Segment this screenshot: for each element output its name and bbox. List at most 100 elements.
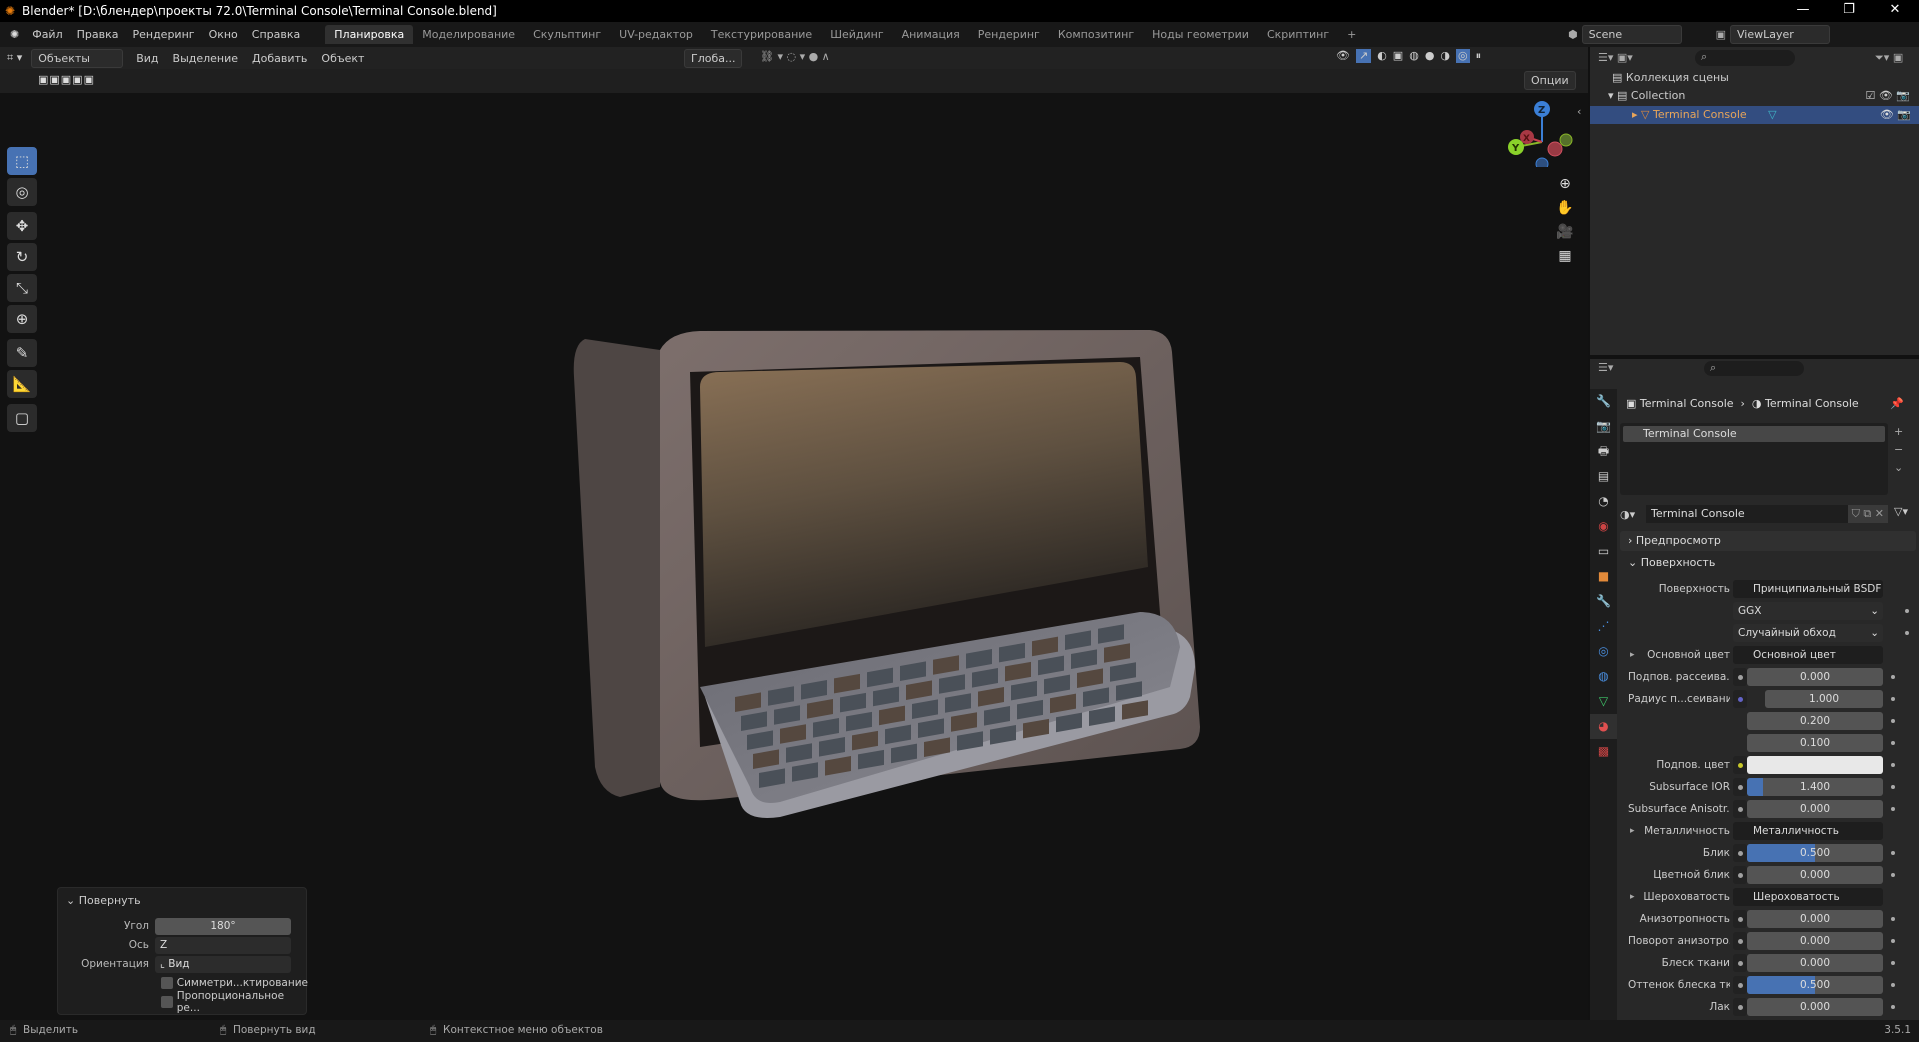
viewport-menu-1[interactable]: Выделение xyxy=(166,50,246,67)
proportional-checkbox[interactable] xyxy=(161,996,173,1008)
linked-node-field[interactable]: Металличность xyxy=(1733,822,1883,840)
number-field[interactable]: 0.000 xyxy=(1747,800,1883,818)
keyframe-dot-icon[interactable] xyxy=(1891,917,1895,921)
texture-tab[interactable]: ▩ xyxy=(1590,739,1617,764)
material-shading-icon[interactable]: ◑ xyxy=(1440,49,1450,63)
options-dropdown[interactable]: Опции xyxy=(1524,71,1576,90)
3d-viewport[interactable]: ⬚ ◎ ✥ ↻ ⤡ ⊕ ✎ 📐 ▢ Z X Y ⊕ ✋ 🎥 ▦ ‹ xyxy=(0,47,1588,1020)
maximize-button[interactable]: ❐ xyxy=(1826,0,1872,22)
tool-tab[interactable]: 🔧 xyxy=(1590,389,1617,414)
physics-tab[interactable]: ◎ xyxy=(1590,639,1617,664)
keyframe-dot-icon[interactable] xyxy=(1891,697,1895,701)
particles-tab[interactable]: ⋰ xyxy=(1590,614,1617,639)
scene-collection-row[interactable]: ▤ Коллекция сцены xyxy=(1612,71,1729,84)
rotate-tool[interactable]: ↻ xyxy=(7,243,37,271)
tab-workspace-2[interactable]: Скульптинг xyxy=(524,25,610,44)
number-field[interactable]: 0.000 xyxy=(1747,910,1883,928)
constraints-tab[interactable]: ◍ xyxy=(1590,664,1617,689)
collection-tab[interactable]: ▭ xyxy=(1590,539,1617,564)
keyframe-dot-icon[interactable] xyxy=(1891,807,1895,811)
wireframe-shading-icon[interactable]: ◍ xyxy=(1409,49,1419,63)
view-layer-selector[interactable]: ViewLayer xyxy=(1730,25,1831,44)
material-name-field[interactable]: Terminal Console xyxy=(1646,505,1848,523)
operator-panel-header[interactable]: ⌄ Повернуть xyxy=(66,894,141,907)
terminal-console-model[interactable] xyxy=(0,47,1588,1020)
socket-icon[interactable] xyxy=(1733,976,1747,994)
transform-tool[interactable]: ⊕ xyxy=(7,305,37,333)
socket-icon[interactable] xyxy=(1733,866,1747,884)
cursor-tool[interactable]: ◎ xyxy=(7,178,37,206)
scene-selector[interactable]: Scene xyxy=(1581,25,1682,44)
selection-mode-icons[interactable]: ▣▣▣▣▣ xyxy=(38,73,95,86)
move-tool[interactable]: ✥ xyxy=(7,212,37,240)
scene-icon[interactable]: ⬢ xyxy=(1568,28,1578,41)
link-data-icon[interactable]: ▽▾ xyxy=(1894,505,1908,518)
tab-workspace-6[interactable]: Анимация xyxy=(893,25,969,44)
menu-1[interactable]: Правка xyxy=(70,28,126,41)
menu-2[interactable]: Рендеринг xyxy=(125,28,201,41)
socket-icon[interactable] xyxy=(1733,712,1747,730)
linked-node-field[interactable]: Принципиальный BSDF xyxy=(1733,580,1883,598)
symmetry-checkbox[interactable] xyxy=(161,977,173,989)
socket-icon[interactable] xyxy=(1733,844,1747,862)
socket-icon[interactable] xyxy=(1733,932,1747,950)
view-layer-icon[interactable]: ▣ xyxy=(1716,28,1726,41)
keyframe-dot-icon[interactable] xyxy=(1891,939,1895,943)
number-field[interactable]: 0.000 xyxy=(1747,998,1883,1016)
tab-workspace-11[interactable]: + xyxy=(1338,25,1365,44)
view-layer-tab[interactable]: ▤ xyxy=(1590,464,1617,489)
overlay-icon[interactable]: ◐ xyxy=(1377,49,1387,63)
socket-icon[interactable] xyxy=(1733,756,1747,774)
socket-icon[interactable] xyxy=(1733,910,1747,928)
keyframe-dot-icon[interactable] xyxy=(1891,961,1895,965)
keyframe-dot-icon[interactable] xyxy=(1891,851,1895,855)
socket-icon[interactable] xyxy=(1733,734,1747,752)
zoom-icon[interactable]: ⊕ xyxy=(1553,172,1577,196)
number-field[interactable]: 0.000 xyxy=(1747,668,1883,686)
scale-tool[interactable]: ⤡ xyxy=(7,274,37,302)
filter-icon[interactable]: ⏷▾ ▣ xyxy=(1875,51,1903,65)
number-field[interactable]: 1.400 xyxy=(1747,778,1883,796)
slot-buttons[interactable]: + − ⌄ xyxy=(1894,423,1903,477)
number-field[interactable]: 0.500 xyxy=(1747,976,1883,994)
visibility-icon[interactable]: 👁 xyxy=(1336,49,1350,63)
output-tab[interactable]: 🖶 xyxy=(1590,439,1617,464)
enum-dropdown[interactable]: Случайный обход ⌄ xyxy=(1733,624,1883,642)
angle-field[interactable]: 180° xyxy=(155,917,291,935)
keyframe-dot-icon[interactable] xyxy=(1905,631,1909,635)
rendered-shading-icon[interactable]: ◎ xyxy=(1456,49,1470,63)
outliner-display-mode-icon[interactable]: ☰▾ ▣▾ xyxy=(1598,51,1633,64)
menu-4[interactable]: Справка xyxy=(245,28,307,41)
number-field[interactable]: 0.100 xyxy=(1747,734,1883,752)
number-field[interactable]: 1.000 xyxy=(1765,690,1883,708)
pivot-icon[interactable]: ⛓ ▾ ◌ ▾ ● ∧ xyxy=(760,50,830,63)
keyframe-dot-icon[interactable] xyxy=(1891,741,1895,745)
fake-user-shield-copy-unlink-icons[interactable]: ⛉ ⧉ ✕ xyxy=(1847,505,1888,523)
xray-icon[interactable]: ▣ xyxy=(1393,49,1403,63)
tab-workspace-10[interactable]: Скриптинг xyxy=(1258,25,1338,44)
keyframe-dot-icon[interactable] xyxy=(1891,675,1895,679)
outliner-search-input[interactable]: ⌕ xyxy=(1695,50,1795,66)
number-field[interactable]: 0.000 xyxy=(1747,932,1883,950)
terminal-console-row[interactable]: ▸ ▽ Terminal Console ▽ 👁 📷 xyxy=(1590,106,1919,124)
color-swatch[interactable] xyxy=(1747,756,1883,774)
expand-arrow-icon[interactable]: ▸ xyxy=(1630,650,1635,660)
enum-dropdown[interactable]: GGX ⌄ xyxy=(1733,602,1883,620)
tab-workspace-3[interactable]: UV-редактор xyxy=(610,25,702,44)
material-tab[interactable]: ◕ xyxy=(1590,714,1617,739)
expand-arrow-icon[interactable]: ▸ xyxy=(1630,892,1635,902)
viewport-menu-3[interactable]: Объект xyxy=(314,50,371,67)
object-tab[interactable]: ■ xyxy=(1590,564,1617,589)
keyframe-dot-icon[interactable] xyxy=(1891,983,1895,987)
keyframe-dot-icon[interactable] xyxy=(1891,763,1895,767)
add-cube-tool[interactable]: ▢ xyxy=(7,404,37,432)
socket-icon[interactable] xyxy=(1733,778,1747,796)
navigation-gizmo[interactable]: Z X Y xyxy=(1500,97,1580,167)
tab-workspace-0[interactable]: Планировка xyxy=(325,25,414,44)
world-tab[interactable]: ◉ xyxy=(1590,514,1617,539)
linked-node-field[interactable]: Основной цвет xyxy=(1733,646,1883,664)
object-visibility-icons[interactable]: 👁 📷 xyxy=(1880,106,1911,124)
pause-icon[interactable]: ⏸ xyxy=(1476,49,1482,63)
number-field[interactable]: 0.000 xyxy=(1747,954,1883,972)
viewport-menu-0[interactable]: Вид xyxy=(129,50,165,67)
